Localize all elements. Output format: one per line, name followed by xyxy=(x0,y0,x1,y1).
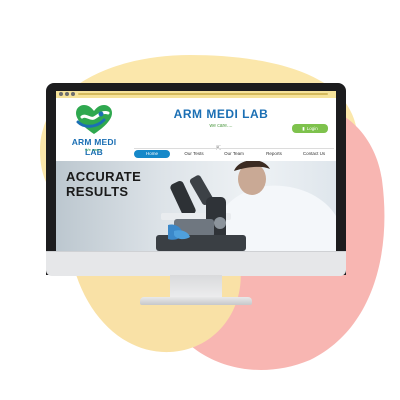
login-label: Login xyxy=(306,126,318,131)
nav-item-our-team[interactable]: Our Team xyxy=(214,151,254,156)
main-nav: Home Our Tests Our Team Reports Contact … xyxy=(134,148,334,158)
monitor-chin xyxy=(46,251,346,276)
hero-line-1: ACCURATE xyxy=(66,169,142,184)
site-tagline: we care.... xyxy=(209,123,233,129)
monitor: ARM MEDI LAB We care... ARM MEDI LAB we … xyxy=(46,83,346,275)
nav-item-contact-us[interactable]: Contact Us xyxy=(294,151,334,156)
lock-icon: ▮ xyxy=(302,125,305,131)
monitor-stand-neck xyxy=(170,275,222,299)
login-button[interactable]: ▮ Login xyxy=(292,124,328,133)
site-title: ARM MEDI LAB xyxy=(173,107,269,121)
nav-item-reports[interactable]: Reports xyxy=(254,151,294,156)
nav-item-home[interactable]: Home xyxy=(134,149,170,158)
site-logo[interactable]: ARM MEDI LAB We care... xyxy=(62,104,126,157)
site-header: ARM MEDI LAB We care... ARM MEDI LAB we … xyxy=(56,98,336,160)
hero-line-2: RESULTS xyxy=(66,184,129,199)
window-dot-icon[interactable] xyxy=(71,92,75,96)
screen: ARM MEDI LAB We care... ARM MEDI LAB we … xyxy=(56,91,336,251)
hero-headline: ACCURATE RESULTS xyxy=(66,169,141,199)
address-bar[interactable] xyxy=(78,93,328,95)
hero-banner: ACCURATE RESULTS xyxy=(56,161,336,251)
heart-logo-icon xyxy=(76,105,112,134)
nav-item-our-tests[interactable]: Our Tests xyxy=(174,151,214,156)
window-dot-icon[interactable] xyxy=(59,92,63,96)
monitor-stand-base xyxy=(140,297,252,305)
logo-tagline: We care... xyxy=(84,147,104,152)
window-dot-icon[interactable] xyxy=(65,92,69,96)
